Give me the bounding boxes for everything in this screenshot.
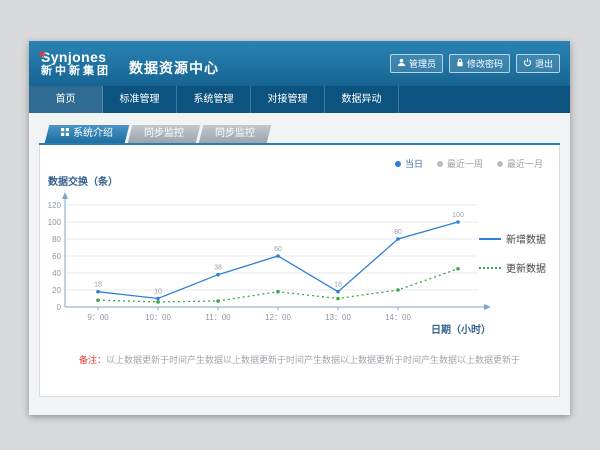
svg-text:80: 80 bbox=[394, 229, 402, 236]
legend-dot-icon bbox=[437, 161, 443, 167]
legend-dot-icon bbox=[395, 161, 401, 167]
svg-text:日期（小时）: 日期（小时） bbox=[431, 323, 491, 335]
brand-logo: Synjones 新中新集团 bbox=[39, 49, 111, 78]
series-legend: 新增数据 更新数据 bbox=[479, 231, 555, 289]
svg-text:120: 120 bbox=[48, 201, 62, 210]
svg-text:18: 18 bbox=[94, 282, 102, 289]
page-title: 数据资源中心 bbox=[129, 50, 219, 78]
tab-bar: 系统介绍 同步监控 同步监控 bbox=[47, 125, 570, 143]
svg-text:60: 60 bbox=[274, 246, 282, 253]
legend-last-month[interactable]: 最近一月 bbox=[497, 157, 543, 170]
chart-filter-legend: 当日 最近一周 最近一月 bbox=[395, 157, 543, 170]
legend-series-updated-data[interactable]: 更新数据 bbox=[479, 260, 555, 275]
main-nav: 首页 标准管理 系统管理 对接管理 数据异动 bbox=[29, 86, 570, 113]
nav-item-home[interactable]: 首页 bbox=[29, 86, 103, 113]
tab-sync-monitor-1[interactable]: 同步监控 bbox=[128, 125, 200, 143]
logout-label: 退出 bbox=[535, 57, 553, 70]
svg-text:38: 38 bbox=[214, 265, 222, 272]
svg-text:18: 18 bbox=[334, 282, 342, 289]
header-actions: 管理员 修改密码 退出 bbox=[390, 54, 560, 73]
tab-system-intro[interactable]: 系统介绍 bbox=[45, 125, 129, 143]
nav-item-system[interactable]: 系统管理 bbox=[177, 86, 251, 113]
svg-text:9：00: 9：00 bbox=[87, 313, 109, 322]
svg-text:10: 10 bbox=[154, 289, 162, 296]
dashed-line-sample-icon bbox=[479, 267, 501, 269]
app-header: Synjones 新中新集团 数据资源中心 管理员 修改密码 退出 bbox=[29, 41, 570, 86]
nav-item-integration[interactable]: 对接管理 bbox=[251, 86, 325, 113]
user-icon bbox=[397, 58, 406, 69]
legend-today[interactable]: 当日 bbox=[395, 157, 423, 170]
power-icon bbox=[523, 58, 532, 69]
footnote-text: 以上数据更新于时间产生数据以上数据更新于时间产生数据以上数据更新于时间产生数据以… bbox=[106, 355, 520, 365]
legend-today-label: 当日 bbox=[405, 157, 423, 170]
svg-text:60: 60 bbox=[52, 252, 61, 261]
chart-svg: 0 20 40 60 80 100 120 9：00 10：00 11：00 12：00 13：00 1… bbox=[48, 185, 508, 335]
svg-text:11：00: 11：00 bbox=[205, 313, 231, 322]
admin-user-label: 管理员 bbox=[409, 57, 436, 70]
series-updated-data-label: 更新数据 bbox=[506, 260, 546, 275]
legend-last-month-label: 最近一月 bbox=[507, 157, 543, 170]
brand-name-en: Synjones bbox=[41, 49, 111, 65]
nav-item-data-changes[interactable]: 数据异动 bbox=[325, 86, 399, 113]
svg-text:100: 100 bbox=[48, 218, 62, 227]
grid-icon bbox=[61, 125, 69, 143]
svg-text:14：00: 14：00 bbox=[385, 313, 411, 322]
lock-icon bbox=[456, 58, 464, 69]
logout-button[interactable]: 退出 bbox=[516, 54, 560, 73]
tab-sync-monitor-1-label: 同步监控 bbox=[144, 125, 184, 143]
legend-last-week-label: 最近一周 bbox=[447, 157, 483, 170]
footnote-prefix: 备注： bbox=[79, 355, 106, 365]
svg-text:40: 40 bbox=[52, 269, 61, 278]
svg-text:10：00: 10：00 bbox=[145, 313, 171, 322]
brand-name-cn: 新中新集团 bbox=[41, 65, 111, 78]
svg-text:12：00: 12：00 bbox=[265, 313, 291, 322]
svg-text:100: 100 bbox=[452, 212, 464, 219]
tab-sync-monitor-2[interactable]: 同步监控 bbox=[199, 125, 271, 143]
footnote: 备注：以上数据更新于时间产生数据以上数据更新于时间产生数据以上数据更新于时间产生… bbox=[40, 353, 559, 366]
legend-last-week[interactable]: 最近一周 bbox=[437, 157, 483, 170]
svg-text:20: 20 bbox=[52, 286, 61, 295]
chart-panel: 当日 最近一周 最近一月 数据交换（条） 0204060801001209：00… bbox=[39, 145, 560, 397]
svg-text:80: 80 bbox=[52, 235, 61, 244]
legend-dot-icon bbox=[497, 161, 503, 167]
app-window: Synjones 新中新集团 数据资源中心 管理员 修改密码 退出 bbox=[29, 41, 570, 415]
change-password-label: 修改密码 bbox=[467, 57, 503, 70]
svg-text:13：00: 13：00 bbox=[325, 313, 351, 322]
content-area: 系统介绍 同步监控 同步监控 当日 最近一周 bbox=[29, 113, 570, 415]
svg-text:0: 0 bbox=[57, 303, 62, 312]
nav-item-standards[interactable]: 标准管理 bbox=[103, 86, 177, 113]
line-sample-icon bbox=[479, 238, 501, 240]
tab-system-intro-label: 系统介绍 bbox=[73, 125, 113, 143]
tab-sync-monitor-2-label: 同步监控 bbox=[215, 125, 255, 143]
logo-star-icon bbox=[38, 45, 46, 63]
change-password-button[interactable]: 修改密码 bbox=[449, 54, 510, 73]
series-new-data-label: 新增数据 bbox=[506, 231, 546, 246]
admin-user-button[interactable]: 管理员 bbox=[390, 54, 443, 73]
legend-series-new-data[interactable]: 新增数据 bbox=[479, 231, 555, 246]
